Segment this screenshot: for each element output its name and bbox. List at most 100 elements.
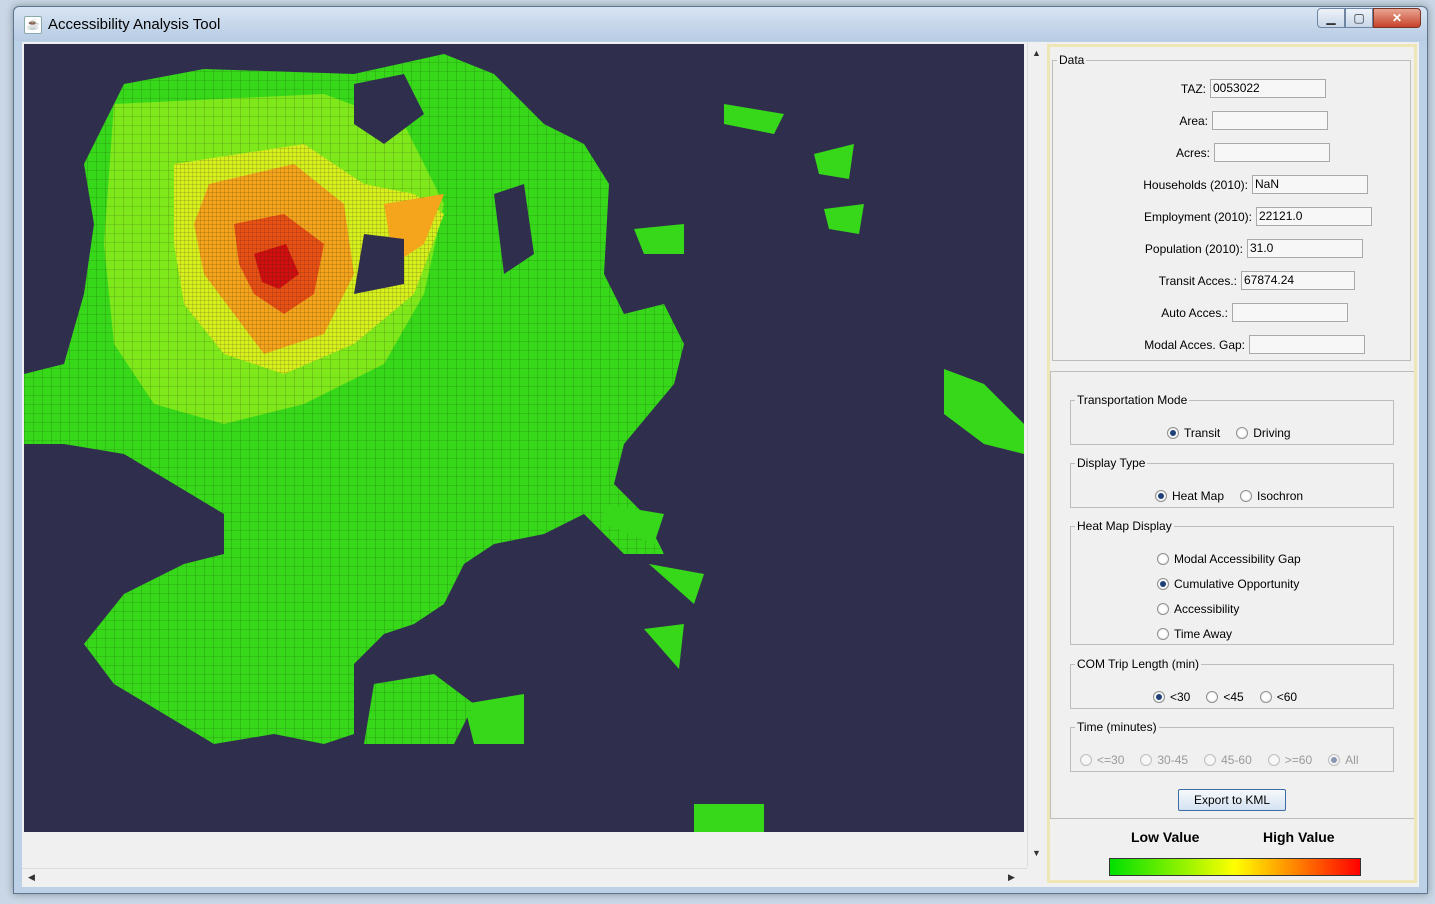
radio-icon[interactable] [1267, 754, 1280, 766]
data-field-value[interactable]: NaN [1252, 175, 1368, 194]
island-2 [814, 144, 854, 179]
data-field-label: Modal Acces. Gap: [1144, 338, 1245, 352]
minimize-button[interactable]: ▁ [1317, 8, 1345, 28]
color-legend: Low Value High Value [1053, 822, 1410, 880]
data-field-label: Transit Acces.: [1158, 274, 1237, 288]
data-field-value[interactable]: 67874.24 [1241, 271, 1355, 290]
com-trip-length-legend: COM Trip Length (min) [1077, 657, 1200, 671]
radio-45-60[interactable]: 45-60 [1204, 753, 1252, 767]
radio-modal-accessibility-gap-label: Modal Accessibility Gap [1174, 552, 1301, 566]
data-field-label: Population (2010): [1144, 242, 1243, 256]
island-11 [464, 694, 524, 744]
radio-icon[interactable] [1236, 427, 1249, 439]
export-kml-button[interactable]: Export to KML [1178, 789, 1286, 811]
radio-all[interactable]: All [1328, 753, 1359, 767]
island-9 [694, 804, 764, 832]
radio-icon[interactable] [1206, 691, 1219, 703]
radio-cumulative-opportunity[interactable]: Cumulative Opportunity [1157, 577, 1299, 591]
radio-selected-icon[interactable] [1328, 754, 1341, 766]
data-field-value[interactable] [1212, 111, 1328, 130]
radio-icon[interactable] [1157, 603, 1169, 615]
island-7 [649, 564, 704, 604]
data-field-value[interactable] [1232, 303, 1348, 322]
radio-ge60[interactable]: >=60 [1267, 753, 1313, 767]
control-panel: Data TAZ: 0053022 Area: Acres: Households (2… [1047, 44, 1417, 883]
map-canvas[interactable] [24, 44, 1024, 832]
time-minutes-group: <=30 30-45 45-60 >=60 All [1080, 753, 1375, 767]
data-field-value[interactable]: 0053022 [1210, 79, 1326, 98]
data-field-value[interactable]: 31.0 [1247, 239, 1363, 258]
scroll-up-icon[interactable]: ▲ [1032, 48, 1041, 58]
radio-transit-label: Transit [1184, 426, 1221, 440]
transportation-mode-legend: Transportation Mode [1077, 393, 1188, 407]
scroll-left-icon[interactable]: ◀ [28, 872, 35, 883]
time-minutes-legend: Time (minutes) [1077, 720, 1157, 734]
radio-icon[interactable] [1080, 754, 1092, 766]
radio-30-45[interactable]: 30-45 [1140, 753, 1188, 767]
close-button[interactable]: ✕ [1373, 8, 1421, 28]
app-window: ☕ Accessibility Analysis Tool ▁ ▢ ✕ ▲ ▼ … [13, 6, 1428, 894]
data-field-label: TAZ: [1180, 82, 1206, 96]
radio-heat-map-label: Heat Map [1172, 489, 1225, 503]
radio-accessibility-label: Accessibility [1174, 602, 1240, 616]
maximize-button[interactable]: ▢ [1345, 8, 1373, 28]
radio-driving-label: Driving [1253, 426, 1291, 440]
radio-selected-icon[interactable] [1153, 691, 1165, 703]
radio-le30-label: <=30 [1097, 753, 1125, 767]
radio-icon[interactable] [1157, 553, 1169, 565]
radio-30-45-label: 30-45 [1157, 753, 1189, 767]
radio-lt45[interactable]: <45 [1206, 690, 1244, 704]
radio-icon[interactable] [1204, 754, 1217, 766]
radio-cumulative-opportunity-label: Cumulative Opportunity [1174, 577, 1300, 591]
high-value-label: High Value [1263, 829, 1335, 845]
island-10-grid [364, 674, 474, 744]
data-field-label: Area: [1179, 114, 1208, 128]
data-field-value[interactable]: 22121.0 [1256, 207, 1372, 226]
radio-icon[interactable] [1259, 691, 1272, 703]
display-type-legend: Display Type [1077, 456, 1146, 470]
radio-lt60-label: <60 [1276, 690, 1298, 704]
data-field-label: Households (2010): [1143, 178, 1248, 192]
radio-modal-accessibility-gap[interactable]: Modal Accessibility Gap [1157, 552, 1301, 566]
map-vertical-scrollbar[interactable]: ▲ ▼ [1027, 42, 1045, 867]
radio-le30[interactable]: <=30 [1080, 753, 1124, 767]
radio-transit[interactable]: Transit [1167, 426, 1220, 440]
radio-isochron[interactable]: Isochron [1240, 489, 1303, 503]
radio-selected-icon[interactable] [1157, 578, 1169, 590]
radio-icon[interactable] [1240, 490, 1253, 502]
radio-lt30[interactable]: <30 [1153, 690, 1190, 704]
radio-ge60-label: >=60 [1284, 753, 1313, 767]
scroll-down-icon[interactable]: ▼ [1032, 848, 1041, 858]
radio-driving[interactable]: Driving [1236, 426, 1291, 440]
radio-time-away[interactable]: Time Away [1157, 627, 1232, 641]
radio-isochron-label: Isochron [1257, 489, 1304, 503]
radio-lt45-label: <45 [1223, 690, 1244, 704]
data-legend: Data [1059, 53, 1085, 67]
radio-lt60[interactable]: <60 [1259, 690, 1298, 704]
scroll-right-icon[interactable]: ▶ [1008, 872, 1015, 883]
com-trip-length-group: <30 <45 <60 [1153, 690, 1313, 704]
radio-selected-icon[interactable] [1155, 490, 1167, 502]
radio-accessibility[interactable]: Accessibility [1157, 602, 1239, 616]
island-4 [634, 224, 684, 254]
map-scroll-pane: ▲ ▼ ◀ ▶ [22, 42, 1045, 886]
title-bar[interactable]: ☕ Accessibility Analysis Tool ▁ ▢ ✕ [14, 7, 1427, 41]
map-horizontal-scrollbar[interactable]: ◀ ▶ [22, 868, 1027, 886]
close-icon: ✕ [1391, 11, 1403, 25]
taz-heat-map [24, 54, 1024, 832]
client-area: ▲ ▼ ◀ ▶ Data TAZ: 0053022 Area: Acres: House… [22, 42, 1419, 887]
data-field-label: Auto Acces.: [1161, 306, 1228, 320]
radio-45-60-label: 45-60 [1221, 753, 1252, 767]
data-field-label: Employment (2010): [1143, 210, 1252, 224]
java-icon: ☕ [24, 16, 42, 34]
display-type-group: Heat Map Isochron [1155, 489, 1319, 503]
low-value-label: Low Value [1131, 829, 1200, 845]
data-field-value[interactable] [1249, 335, 1365, 354]
data-field-value[interactable] [1214, 143, 1330, 162]
radio-icon[interactable] [1140, 754, 1153, 766]
radio-icon[interactable] [1157, 628, 1169, 640]
data-field-label: Acres: [1175, 146, 1210, 160]
island-3 [824, 204, 864, 234]
radio-heat-map[interactable]: Heat Map [1155, 489, 1224, 503]
radio-selected-icon[interactable] [1167, 427, 1179, 439]
